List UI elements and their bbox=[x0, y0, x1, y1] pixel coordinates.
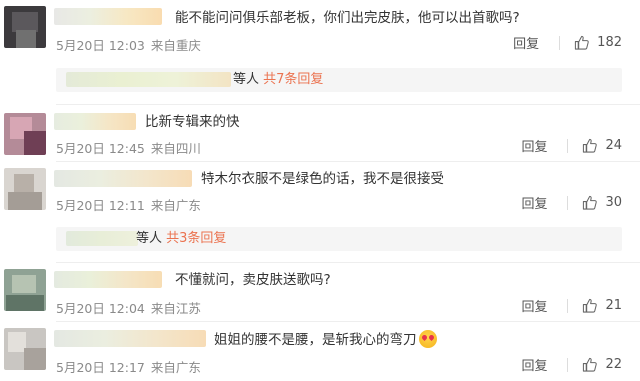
comment-meta: 5月20日 12:17 来自广东 bbox=[56, 357, 201, 376]
comment-text: 姐姐的腰不是腰，是斩我心的弯刀 bbox=[214, 330, 437, 349]
action-separator bbox=[567, 298, 569, 313]
comment-actions: 回复 24 bbox=[521, 136, 622, 155]
comment-source: 来自重庆 bbox=[150, 38, 201, 53]
avatar[interactable] bbox=[4, 6, 46, 48]
divider bbox=[56, 321, 640, 322]
username-blurred[interactable] bbox=[54, 330, 206, 347]
like-count: 21 bbox=[605, 298, 622, 313]
reply-button[interactable]: 回复 bbox=[521, 355, 547, 374]
comment-meta: 5月20日 12:03 来自重庆 bbox=[56, 35, 201, 54]
comment-meta: 5月20日 12:45 来自四川 bbox=[56, 138, 201, 157]
divider bbox=[56, 104, 640, 105]
sub-replies-box[interactable]: 等人 共7条回复 bbox=[56, 68, 622, 92]
thumbs-up-icon bbox=[575, 35, 589, 50]
comment-date: 5月20日 12:45 bbox=[56, 141, 145, 156]
comment-source: 来自广东 bbox=[150, 360, 201, 375]
reply-button[interactable]: 回复 bbox=[521, 296, 547, 315]
comment-actions: 回复 22 bbox=[521, 355, 622, 374]
username-blurred[interactable] bbox=[54, 271, 162, 288]
comment-meta: 5月20日 12:11 来自广东 bbox=[56, 195, 201, 214]
action-separator bbox=[567, 195, 569, 210]
sub-replies-more-link[interactable]: 共7条回复 bbox=[263, 72, 323, 87]
sub-replies-summary: 等人 共7条回复 bbox=[233, 70, 323, 90]
comment-actions: 回复 182 bbox=[513, 33, 622, 52]
avatar[interactable] bbox=[4, 168, 46, 210]
like-count: 22 bbox=[605, 357, 622, 372]
comment-date: 5月20日 12:04 bbox=[56, 301, 145, 316]
comment-text: 比新专辑来的快 bbox=[145, 114, 240, 130]
heart-eyes-emoji-icon bbox=[418, 330, 437, 348]
like-button[interactable]: 30 bbox=[582, 195, 622, 210]
sub-replies-box[interactable]: 等人 共3条回复 bbox=[56, 227, 622, 251]
like-button[interactable]: 182 bbox=[574, 35, 622, 50]
comment-text: 特木尔衣服不是绿色的话，我不是很接受 bbox=[201, 171, 444, 187]
comment-source: 来自四川 bbox=[150, 141, 201, 156]
comment-text: 能不能问问俱乐部老板，你们出完皮肤，他可以出首歌吗? bbox=[175, 10, 520, 26]
comment-actions: 回复 21 bbox=[521, 296, 622, 315]
sub-reply-names-blurred bbox=[66, 231, 138, 246]
reply-button[interactable]: 回复 bbox=[513, 33, 539, 52]
like-count: 24 bbox=[605, 138, 622, 153]
thumbs-up-icon bbox=[583, 298, 598, 313]
like-count: 30 bbox=[605, 195, 622, 210]
thumbs-up-icon bbox=[583, 357, 598, 372]
thumbs-up-icon bbox=[583, 138, 598, 153]
comment-date: 5月20日 12:11 bbox=[56, 198, 145, 213]
sub-reply-names-blurred bbox=[66, 72, 231, 87]
reply-button[interactable]: 回复 bbox=[521, 193, 547, 212]
action-separator bbox=[567, 138, 569, 153]
avatar[interactable] bbox=[4, 113, 46, 155]
comment-source: 来自江苏 bbox=[150, 301, 201, 316]
like-button[interactable]: 24 bbox=[582, 138, 622, 153]
username-blurred[interactable] bbox=[54, 113, 136, 130]
comment-text-body: 姐姐的腰不是腰，是斩我心的弯刀 bbox=[214, 332, 417, 348]
sub-replies-suffix: 等人 bbox=[233, 72, 260, 87]
comment-source: 来自广东 bbox=[150, 198, 201, 213]
divider bbox=[56, 161, 640, 162]
like-button[interactable]: 21 bbox=[582, 298, 622, 313]
sub-replies-more-link[interactable]: 共3条回复 bbox=[166, 231, 226, 246]
sub-replies-summary: 等人 共3条回复 bbox=[136, 229, 226, 249]
like-count: 182 bbox=[597, 35, 622, 50]
action-separator bbox=[567, 357, 569, 372]
divider bbox=[56, 262, 640, 263]
action-separator bbox=[559, 35, 561, 50]
reply-button[interactable]: 回复 bbox=[521, 136, 547, 155]
comment-date: 5月20日 12:17 bbox=[56, 360, 145, 375]
username-blurred[interactable] bbox=[54, 170, 192, 187]
comment-text: 不懂就问，卖皮肤送歌吗? bbox=[175, 272, 331, 288]
avatar[interactable] bbox=[4, 269, 46, 311]
thumbs-up-icon bbox=[583, 195, 598, 210]
avatar[interactable] bbox=[4, 328, 46, 370]
sub-replies-suffix: 等人 bbox=[136, 231, 163, 246]
comment-actions: 回复 30 bbox=[521, 193, 622, 212]
like-button[interactable]: 22 bbox=[582, 357, 622, 372]
comment-date: 5月20日 12:03 bbox=[56, 38, 145, 53]
username-blurred[interactable] bbox=[54, 8, 162, 25]
comment-meta: 5月20日 12:04 来自江苏 bbox=[56, 298, 201, 317]
